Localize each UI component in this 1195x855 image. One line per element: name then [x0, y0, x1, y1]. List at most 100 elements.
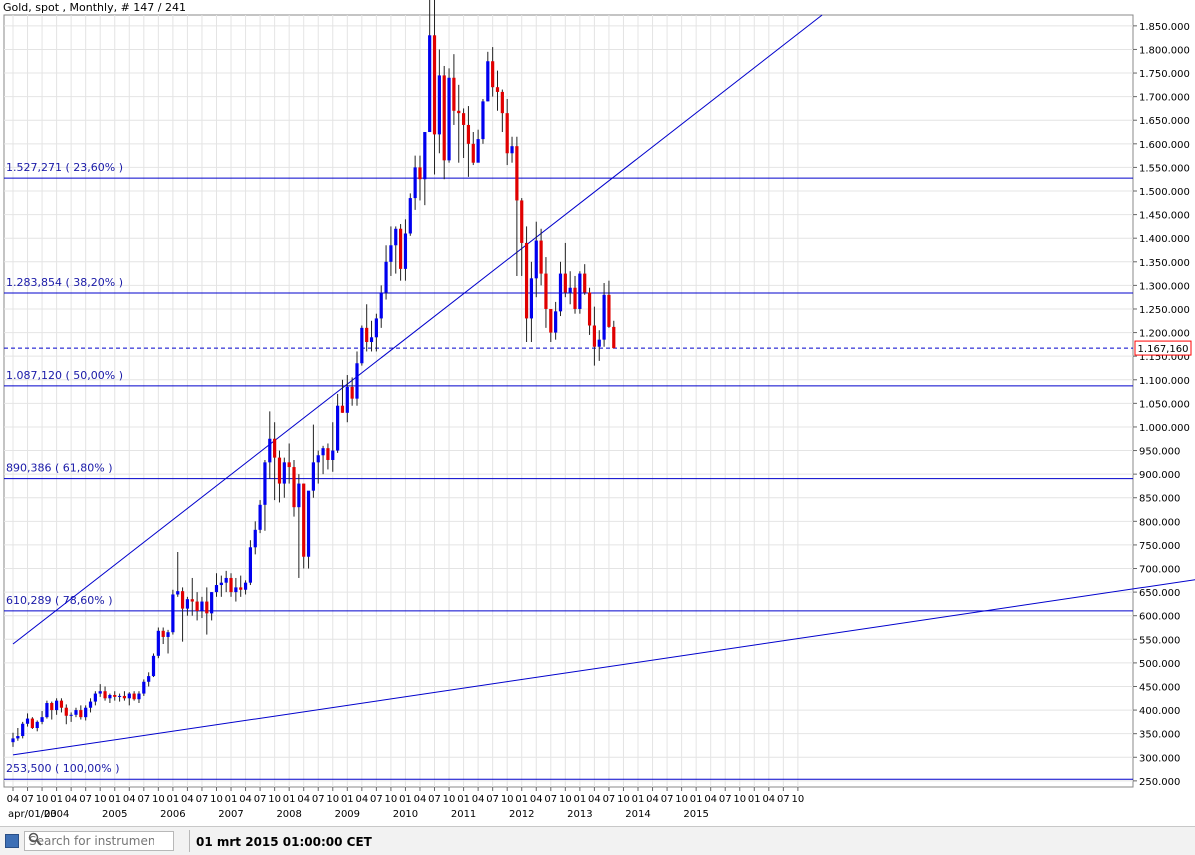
- candle-up: [224, 577, 228, 583]
- candle-up: [55, 700, 59, 711]
- app-icon[interactable]: [5, 834, 19, 848]
- x-tick-label: 04: [123, 794, 136, 805]
- x-tick-label: 04: [7, 794, 20, 805]
- candle-up: [11, 738, 15, 743]
- y-tick-label: 950.000: [1139, 447, 1180, 458]
- y-tick-label: 1.300.000: [1139, 281, 1190, 292]
- x-year-label: 2004: [44, 809, 69, 820]
- candle-down: [466, 124, 471, 144]
- x-tick-label: 10: [443, 794, 456, 805]
- candle-down: [607, 294, 611, 327]
- candle-up: [40, 717, 44, 722]
- candle-down: [292, 467, 296, 508]
- y-tick-label: 1.100.000: [1139, 376, 1190, 387]
- candle-up: [25, 718, 30, 724]
- y-tick-label: 1.700.000: [1139, 93, 1190, 104]
- timestamp: 01 mrt 2015 01:00:00 CET: [196, 835, 372, 849]
- x-tick-label: 01: [283, 794, 296, 805]
- candle-down: [461, 113, 466, 125]
- candle-down: [457, 110, 461, 114]
- fib-level-label: 1.283,854 ( 38,20% ): [6, 276, 123, 289]
- candle-up: [306, 490, 311, 557]
- search-input[interactable]: [29, 834, 154, 848]
- candle-down: [399, 228, 403, 269]
- candle-down: [190, 599, 194, 602]
- x-tick-label: 10: [559, 794, 572, 805]
- candle-up: [297, 483, 301, 508]
- candle-down: [515, 146, 519, 201]
- x-year-label: 2014: [625, 809, 650, 820]
- x-tick-label: 01: [341, 794, 354, 805]
- x-tick-label: 07: [603, 794, 616, 805]
- candle-down: [365, 327, 369, 343]
- candle-down: [452, 77, 456, 111]
- price-chart[interactable]: 1.527,271 ( 23,60% ) 1.283,854 ( 38,20% )…: [0, 0, 1195, 826]
- candle-up: [389, 245, 393, 262]
- candle-down: [122, 695, 127, 699]
- candle-up: [214, 585, 219, 593]
- candle-up: [437, 75, 441, 135]
- y-tick-label: 1.800.000: [1139, 45, 1190, 56]
- candle-up: [84, 707, 88, 718]
- y-tick-label: 1.550.000: [1139, 163, 1190, 174]
- search-box[interactable]: [24, 831, 174, 851]
- candle-up: [597, 339, 601, 347]
- candle-up: [316, 455, 320, 463]
- x-tick-label: 01: [167, 794, 180, 805]
- candle-up: [374, 318, 378, 338]
- candle-down: [583, 273, 587, 293]
- x-tick-label: 10: [94, 794, 107, 805]
- candle-up: [151, 655, 156, 677]
- candle-up: [243, 582, 248, 590]
- candle-up: [423, 132, 427, 180]
- candle-down: [277, 457, 282, 484]
- x-tick-label: 04: [472, 794, 485, 805]
- x-tick-label: 07: [21, 794, 34, 805]
- candle-down: [302, 483, 306, 557]
- candle-down: [612, 326, 616, 349]
- candle-up: [447, 77, 451, 161]
- x-tick-label: 04: [355, 794, 368, 805]
- chart-area[interactable]: 1.527,271 ( 23,60% ) 1.283,854 ( 38,20% )…: [0, 0, 1195, 854]
- candle-up: [21, 723, 25, 737]
- candle-down: [524, 242, 529, 319]
- candle-up: [268, 438, 272, 463]
- candle-down: [59, 700, 64, 708]
- y-tick-label: 650.000: [1139, 588, 1180, 599]
- x-year-label: 2009: [335, 809, 360, 820]
- y-tick-label: 350.000: [1139, 730, 1180, 741]
- x-tick-label: 10: [385, 794, 398, 805]
- y-tick-label: 800.000: [1139, 517, 1180, 528]
- x-tick-label: 01: [225, 794, 238, 805]
- search-icon: [28, 832, 42, 846]
- candle-down: [273, 438, 277, 458]
- candle-down: [229, 577, 233, 593]
- candle-down: [505, 113, 509, 154]
- candle-up: [384, 261, 388, 293]
- x-year-label: 2007: [218, 809, 243, 820]
- x-tick-label: 01: [108, 794, 121, 805]
- candle-up: [568, 287, 572, 293]
- candle-up: [171, 594, 175, 633]
- candle-down: [549, 308, 553, 333]
- candle-down: [103, 691, 107, 699]
- candle-up: [210, 592, 214, 614]
- candle-down: [471, 143, 475, 163]
- x-tick-label: 10: [210, 794, 223, 805]
- candle-up: [336, 405, 340, 451]
- candle-down: [79, 710, 83, 718]
- candle-down: [30, 718, 34, 729]
- x-tick-label: 01: [573, 794, 586, 805]
- candle-up: [403, 233, 408, 269]
- x-tick-label: 10: [501, 794, 514, 805]
- candle-down: [64, 707, 68, 716]
- candle-down: [205, 601, 209, 614]
- fib-level-label: 253,500 ( 100,00% ): [6, 762, 120, 775]
- y-tick-label: 1.000.000: [1139, 423, 1190, 434]
- x-tick-label: 01: [50, 794, 63, 805]
- x-tick-label: 10: [792, 794, 805, 805]
- candle-up: [258, 504, 262, 530]
- candle-up: [98, 691, 102, 694]
- candle-up: [345, 386, 349, 413]
- candle-up: [176, 591, 180, 595]
